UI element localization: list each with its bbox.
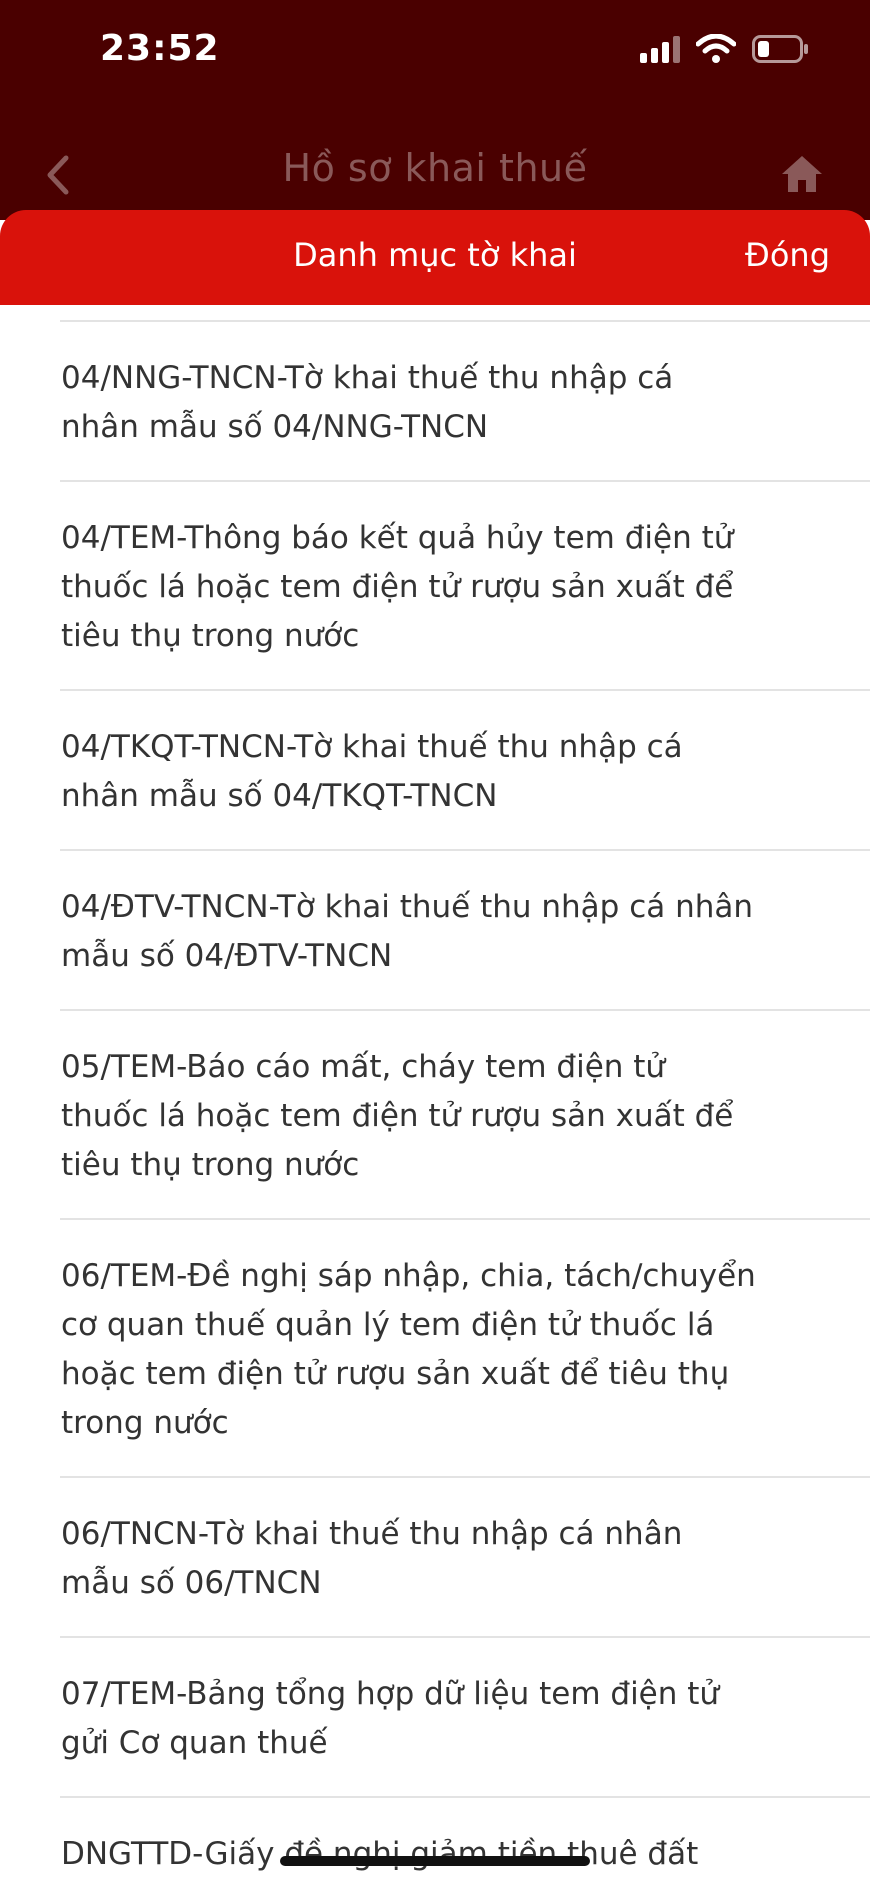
status-icons — [640, 34, 810, 64]
list-item[interactable]: 04/NNG-TNCN-Tờ khai thuế thu nhập cá nhâ… — [0, 322, 870, 482]
list-item-label: 06/TEM-Đề nghị sáp nhập, chia, tách/chuy… — [61, 1258, 756, 1441]
list-item[interactable]: 06/TEM-Đề nghị sáp nhập, chia, tách/chuy… — [0, 1220, 870, 1478]
list-item-label: 04/TKQT-TNCN-Tờ khai thuế thu nhập cá nh… — [61, 729, 683, 814]
navigation-bar: Hồ sơ khai thuế — [0, 110, 870, 220]
list-item-label: 05/TEM-Báo cáo mất, cháy tem điện tử thu… — [61, 1049, 734, 1183]
list-item[interactable]: 04/ĐTV-TNCN-Tờ khai thuế thu nhập cá nhâ… — [0, 851, 870, 1011]
list-item[interactable]: 04/TEM-Thông báo kết quả hủy tem điện tử… — [0, 482, 870, 691]
signal-icon — [640, 35, 680, 63]
list-item[interactable]: 04/TKQT-TNCN-Tờ khai thuế thu nhập cá nh… — [0, 691, 870, 851]
list-item-label: 04/TEM-Thông báo kết quả hủy tem điện tử… — [61, 520, 734, 654]
list-item-label: 04/NNG-TNCN-Tờ khai thuế thu nhập cá nhâ… — [61, 360, 674, 445]
list-item[interactable]: 07/TEM-Bảng tổng hợp dữ liệu tem điện tử… — [0, 1638, 870, 1798]
home-icon — [782, 156, 822, 192]
home-indicator[interactable] — [280, 1856, 590, 1866]
list-item[interactable]: DNGTTD-Giấy đề nghị giảm tiền thuê đất — [0, 1798, 870, 1883]
sheet-header: Danh mục tờ khai Đóng — [0, 210, 870, 305]
list-item[interactable]: 06/TNCN-Tờ khai thuế thu nhập cá nhân mẫ… — [0, 1478, 870, 1638]
list-item-label: 06/TNCN-Tờ khai thuế thu nhập cá nhân mẫ… — [61, 1516, 683, 1601]
wifi-icon — [696, 34, 736, 63]
list-item-label: DNGTTD-Giấy đề nghị giảm tiền thuê đất — [61, 1836, 699, 1872]
list-item-label: 04/ĐTV-TNCN-Tờ khai thuế thu nhập cá nhâ… — [61, 889, 754, 974]
list-item[interactable]: 05/TEM-Báo cáo mất, cháy tem điện tử thu… — [0, 1011, 870, 1220]
list-item-label: 07/TEM-Bảng tổng hợp dữ liệu tem điện tử… — [61, 1676, 720, 1761]
status-time: 23:52 — [100, 28, 220, 69]
battery-icon — [752, 35, 808, 63]
home-button[interactable] — [778, 150, 826, 198]
page-title: Hồ sơ khai thuế — [282, 146, 588, 190]
status-bar: 23:52 — [0, 0, 870, 110]
close-button[interactable]: Đóng — [745, 236, 830, 274]
sheet-title: Danh mục tờ khai — [293, 236, 577, 274]
declaration-list: 04/NNG-TNCN-Tờ khai thuế thu nhập cá nhâ… — [0, 305, 870, 1883]
